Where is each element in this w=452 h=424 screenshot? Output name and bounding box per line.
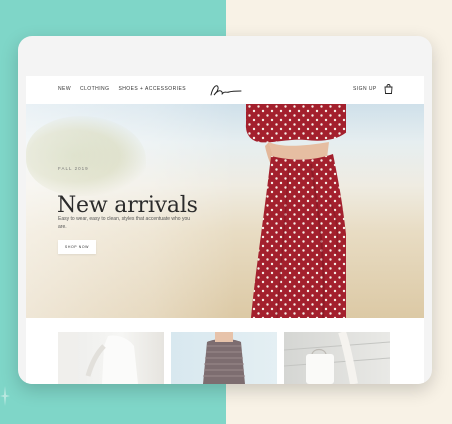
model-red-polka-dot-dress-image xyxy=(245,104,346,318)
product-tile-white-top[interactable] xyxy=(58,332,164,384)
product-tile-white-bag[interactable] xyxy=(284,332,390,384)
sparkle-icon xyxy=(0,386,10,406)
white-bag-image xyxy=(284,332,390,384)
nav-link-clothing[interactable]: CLOTHING xyxy=(80,86,109,92)
hero-title: New arrivals xyxy=(57,192,198,218)
tablet-frame: NEW CLOTHING SHOES + ACCESSORIES SIGN UP xyxy=(18,36,432,384)
nav-links: NEW CLOTHING SHOES + ACCESSORIES xyxy=(58,86,186,92)
shopping-bag-icon[interactable] xyxy=(384,84,393,94)
white-top-image xyxy=(58,332,138,384)
nav-link-shoes-accessories[interactable]: SHOES + ACCESSORIES xyxy=(118,86,186,92)
knit-sweater-image xyxy=(203,332,245,384)
website-screen: NEW CLOTHING SHOES + ACCESSORIES SIGN UP xyxy=(26,76,424,384)
signature-logo-icon[interactable] xyxy=(208,81,242,99)
season-eyebrow: FALL 2019 xyxy=(58,166,89,171)
product-tile-sweater[interactable] xyxy=(171,332,277,384)
top-navigation: NEW CLOTHING SHOES + ACCESSORIES SIGN UP xyxy=(26,76,424,105)
shop-now-button[interactable]: SHOP NOW xyxy=(58,240,96,254)
nav-link-new[interactable]: NEW xyxy=(58,86,71,92)
sign-up-link[interactable]: SIGN UP xyxy=(353,86,377,92)
product-tiles xyxy=(58,332,390,384)
hero-subtitle: Easy to wear, easy to clean, styles that… xyxy=(58,216,191,230)
hero-banner: FALL 2019 New arrivals Easy to wear, eas… xyxy=(26,104,424,318)
